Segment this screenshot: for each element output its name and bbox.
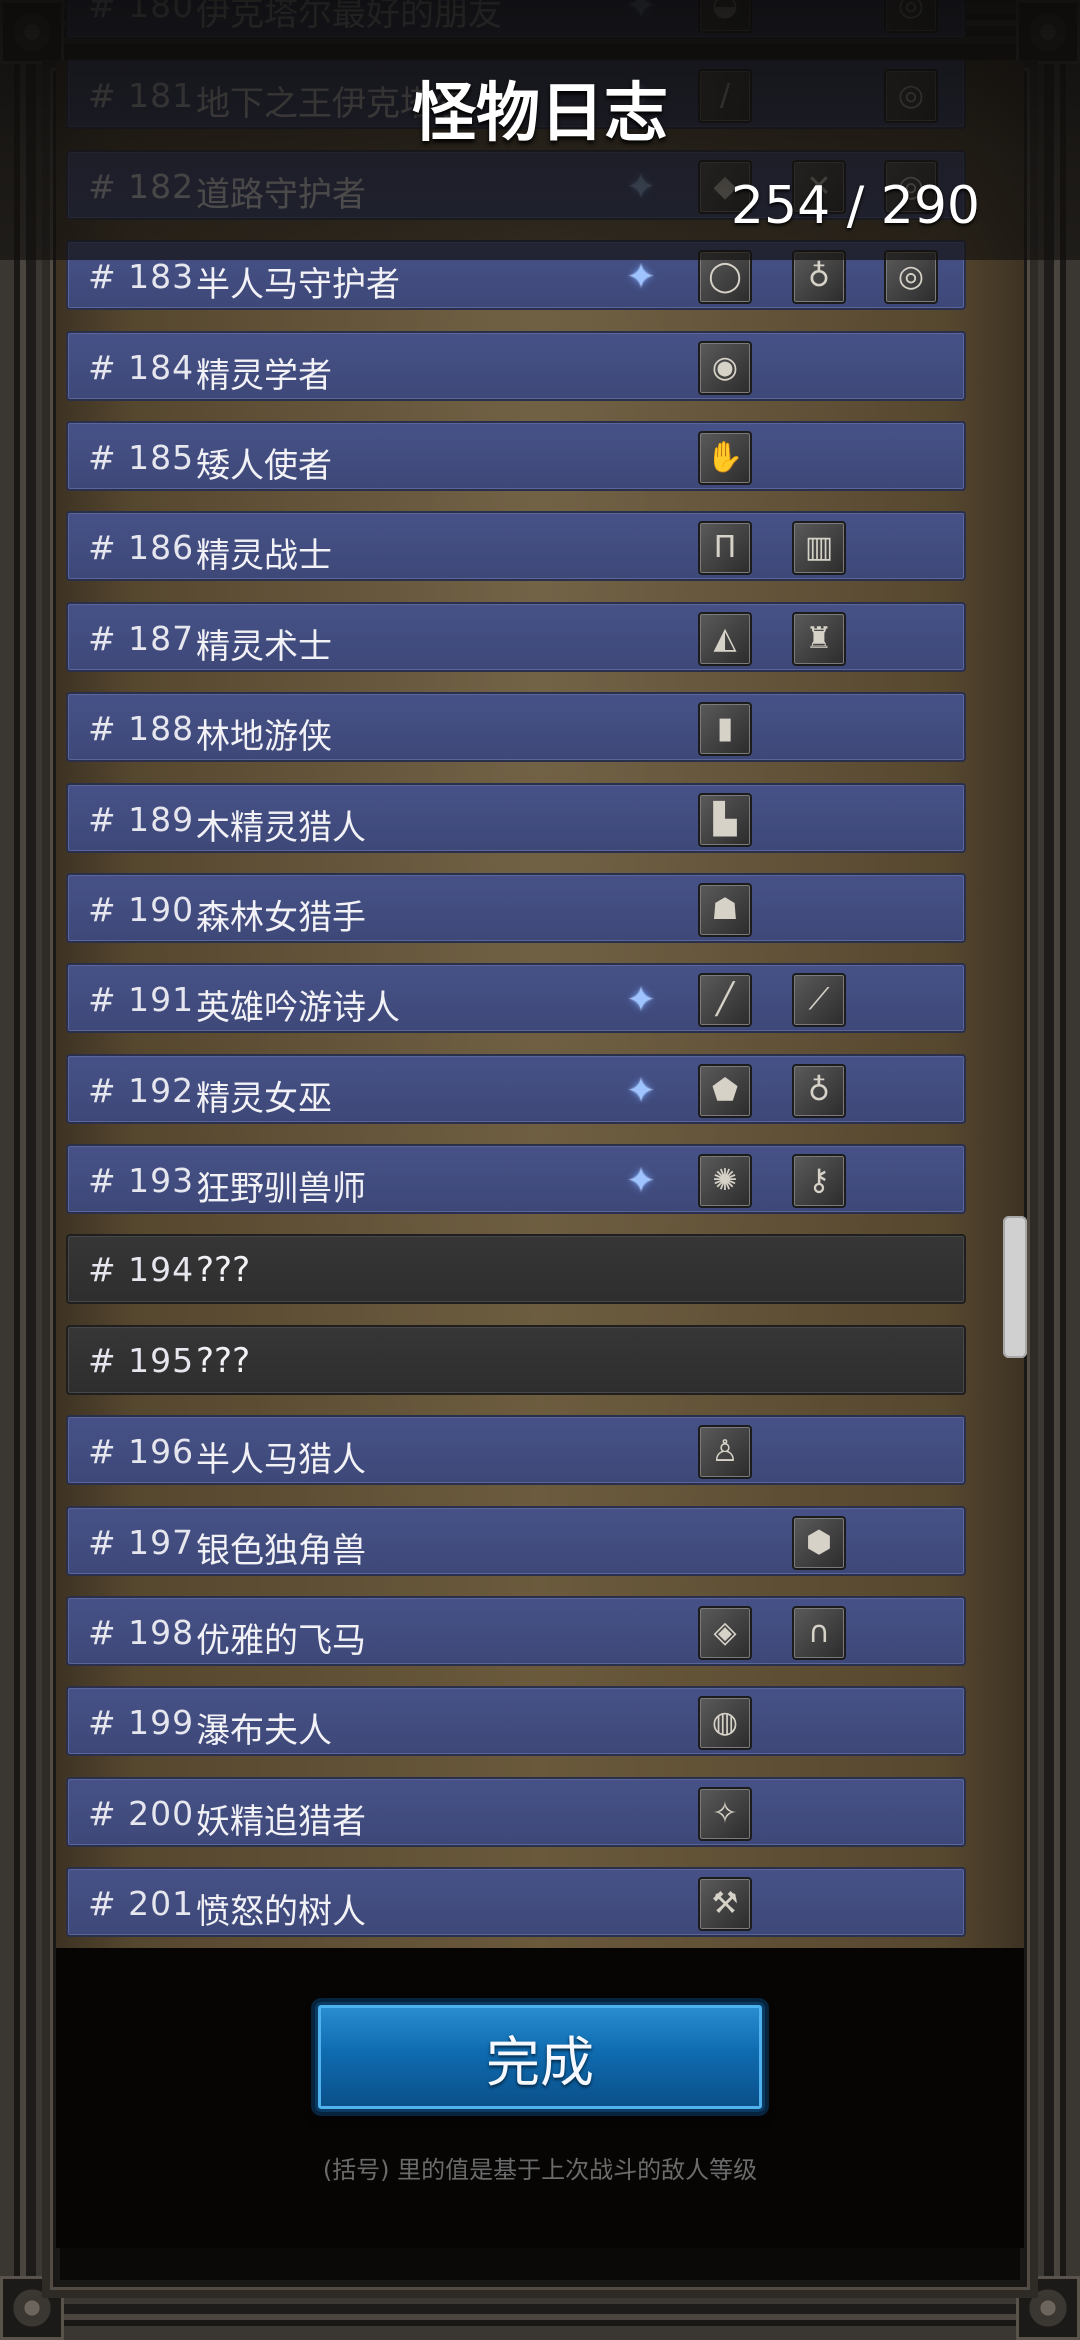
axe-icon[interactable]: ⚒ <box>698 1877 752 1932</box>
monster-row[interactable]: # 185 矮人使者 ✋ <box>66 420 966 491</box>
discovered-counter: 254 / 290 <box>730 176 980 236</box>
book-icon[interactable]: ▥ <box>792 521 846 576</box>
ore-icon[interactable]: ⬢ <box>792 1515 846 1570</box>
earrings-icon[interactable]: ♁ <box>792 1063 846 1118</box>
monster-list: # 180伊克塔尔最好的朋友✦◒◎# 181地下之王伊克塔尔✦/◎# 182道路… <box>66 0 966 1948</box>
footnote-text: (括号) 里的值是基于上次战斗的敌人等级 <box>322 2156 758 2184</box>
gauntlet-icon[interactable]: ✋ <box>698 430 752 485</box>
monster-row[interactable]: # 184 精灵学者 ◉ <box>66 330 966 401</box>
scroll-icon[interactable]: ▮ <box>698 702 752 757</box>
monster-number: # 194 <box>88 1250 195 1290</box>
monster-number: # 200 <box>88 1793 195 1833</box>
dagger-icon[interactable]: ⟋ <box>792 973 846 1028</box>
scrollbar-track[interactable] <box>1000 260 1026 1940</box>
monster-name: 半人马猎人 <box>196 1440 366 1481</box>
monster-row[interactable]: # 200 妖精追猎者 ✧ <box>66 1776 966 1847</box>
key-icon[interactable]: ⚷ <box>792 1154 846 1209</box>
monster-number: # 187 <box>88 618 195 658</box>
monster-number: # 184 <box>88 347 195 387</box>
tunic-icon[interactable]: ♙ <box>698 1425 752 1480</box>
monster-log-screen: # 180伊克塔尔最好的朋友✦◒◎# 181地下之王伊克塔尔✦/◎# 182道路… <box>0 0 1080 2340</box>
magic-icon: ✦ <box>626 257 656 298</box>
monster-name: ??? <box>196 1340 251 1381</box>
monster-number: # 198 <box>88 1613 195 1653</box>
magic-icon: ✦ <box>626 1070 656 1111</box>
green-gem-icon[interactable]: ✧ <box>698 1786 752 1841</box>
header: 怪物日志 254 / 290 <box>0 0 1080 260</box>
monster-name: 愤怒的树人 <box>196 1892 366 1933</box>
monster-number: # 188 <box>88 709 195 749</box>
monster-row[interactable]: # 187 精灵术士 ◭ ♜ <box>66 601 966 672</box>
hat-icon[interactable]: ◭ <box>698 611 752 666</box>
monster-name: 优雅的飞马 <box>196 1621 366 1662</box>
monster-name: 妖精追猎者 <box>196 1801 366 1842</box>
monster-row[interactable]: # 188 林地游侠 ▮ <box>66 692 966 763</box>
monster-number: # 186 <box>88 528 195 568</box>
monster-number: # 201 <box>88 1884 195 1924</box>
scrollbar-thumb[interactable] <box>1003 1216 1027 1358</box>
monster-row[interactable]: # 195??? <box>66 1324 966 1395</box>
monster-row[interactable]: # 197 银色独角兽 ⬢ <box>66 1505 966 1576</box>
monster-row[interactable]: # 186 精灵战士 Π ▥ <box>66 511 966 582</box>
monster-row[interactable]: # 196 半人马猎人 ♙ <box>66 1415 966 1486</box>
monster-row[interactable]: # 192 精灵女巫 ✦ ⬟ ♁ <box>66 1053 966 1124</box>
magic-icon: ✦ <box>626 1161 656 1202</box>
monster-row[interactable]: # 199 瀑布夫人 ◍ <box>66 1686 966 1757</box>
monster-name: 矮人使者 <box>196 445 332 486</box>
monster-row[interactable]: # 190 森林女猎手 ☗ <box>66 872 966 943</box>
monster-name: 精灵学者 <box>196 355 332 396</box>
monster-name: 瀑布夫人 <box>196 1711 332 1752</box>
monster-row[interactable]: # 201 愤怒的树人 ⚒ <box>66 1867 966 1938</box>
gem-ring-icon[interactable]: ◈ <box>698 1606 752 1661</box>
robe-icon[interactable]: ♜ <box>792 611 846 666</box>
monster-name: 精灵战士 <box>196 536 332 577</box>
hood-icon[interactable]: ☗ <box>698 882 752 937</box>
monster-name: 狂野驯兽师 <box>196 1169 366 1210</box>
page-title: 怪物日志 <box>412 77 668 151</box>
monster-name: 林地游侠 <box>196 717 332 758</box>
pants-icon[interactable]: Π <box>698 521 752 576</box>
boots-icon[interactable]: ▙ <box>698 792 752 847</box>
magic-icon: ✦ <box>626 980 656 1021</box>
done-button[interactable]: 完成 <box>315 2002 765 2112</box>
monster-row[interactable]: # 198 优雅的飞马 ◈ ∩ <box>66 1596 966 1667</box>
monster-number: # 196 <box>88 1432 195 1472</box>
monster-number: # 197 <box>88 1522 195 1562</box>
monster-number: # 183 <box>88 257 195 297</box>
monster-name: 森林女猎手 <box>196 897 366 938</box>
monster-number: # 195 <box>88 1340 195 1380</box>
monster-name: 精灵术士 <box>196 626 332 667</box>
mace-icon[interactable]: ✺ <box>698 1154 752 1209</box>
horseshoe-icon[interactable]: ∩ <box>792 1606 846 1661</box>
shield-icon[interactable]: ⬟ <box>698 1063 752 1118</box>
monster-row[interactable]: # 194??? <box>66 1234 966 1305</box>
monster-row[interactable]: # 189 木精灵猎人 ▙ <box>66 782 966 853</box>
done-button-label: 完成 <box>486 2030 594 2094</box>
monster-name: 英雄吟游诗人 <box>196 988 400 1029</box>
monster-row[interactable]: # 191 英雄吟游诗人 ✦ ╱ ⟋ <box>66 963 966 1034</box>
monster-number: # 192 <box>88 1070 195 1110</box>
monster-number: # 193 <box>88 1161 195 1201</box>
monster-number: # 189 <box>88 799 195 839</box>
monster-number: # 185 <box>88 437 195 477</box>
monster-name: 精灵女巫 <box>196 1078 332 1119</box>
eye-amulet-icon[interactable]: ◉ <box>698 340 752 395</box>
monster-name: 银色独角兽 <box>196 1530 366 1571</box>
monster-number: # 190 <box>88 889 195 929</box>
monster-name: 半人马守护者 <box>196 265 400 306</box>
monster-number: # 191 <box>88 980 195 1020</box>
monster-number: # 199 <box>88 1703 195 1743</box>
monster-name: 木精灵猎人 <box>196 807 366 848</box>
monster-list-viewport[interactable]: # 180伊克塔尔最好的朋友✦◒◎# 181地下之王伊克塔尔✦/◎# 182道路… <box>66 0 966 1948</box>
monster-row[interactable]: # 193 狂野驯兽师 ✦ ✺ ⚷ <box>66 1144 966 1215</box>
bracelet-icon[interactable]: ◍ <box>698 1696 752 1751</box>
spear-icon[interactable]: ╱ <box>698 973 752 1028</box>
monster-name: ??? <box>196 1250 251 1291</box>
